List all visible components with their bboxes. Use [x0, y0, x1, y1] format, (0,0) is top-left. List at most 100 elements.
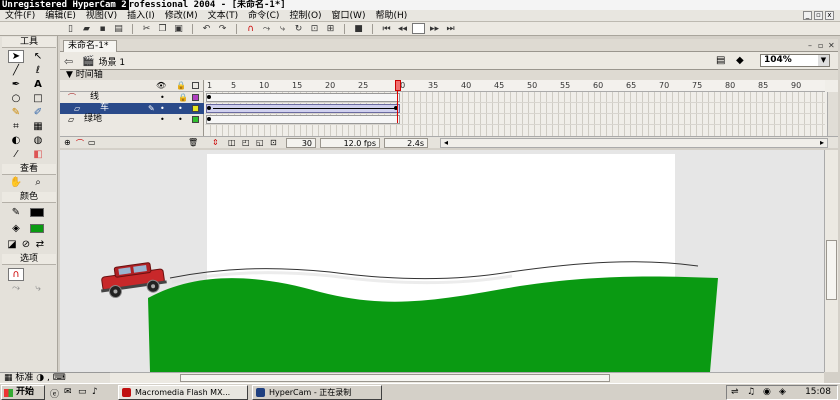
subselect-tool-icon[interactable]: ↖	[30, 50, 46, 63]
show-desktop-icon[interactable]: ▭	[78, 387, 87, 397]
collapse-triangle-icon[interactable]: ▼	[66, 70, 76, 80]
print-icon[interactable]: ▤	[112, 23, 125, 34]
lock-dot[interactable]: 🔒	[178, 92, 188, 103]
lasso-tool-icon[interactable]: ℓ	[30, 64, 46, 77]
lock-dot[interactable]: •	[178, 114, 183, 125]
close-button[interactable]: x	[825, 11, 834, 20]
lock-dot[interactable]: •	[178, 103, 183, 114]
frame-row-line[interactable]	[205, 92, 825, 103]
minimize-button[interactable]: _	[803, 11, 812, 20]
frame-row-grass[interactable]	[205, 114, 825, 125]
play-button[interactable]	[412, 23, 425, 34]
eyedropper-tool-icon[interactable]: ⁄	[8, 148, 24, 161]
save-icon[interactable]: ▪	[96, 23, 109, 34]
layer-color-swatch[interactable]	[192, 105, 199, 112]
menu-modify[interactable]: 修改(M)	[160, 10, 203, 22]
lock-icon[interactable]: 🔒	[176, 80, 186, 91]
layer-row-line[interactable]: ⌒ 线 • 🔒	[60, 92, 204, 103]
stroke-color-icon[interactable]: ✎	[8, 206, 24, 219]
straighten-icon[interactable]: ⤷	[276, 23, 289, 34]
onion-skin-icon[interactable]: ◫	[228, 138, 236, 147]
free-transform-tool-icon[interactable]: ⌗	[8, 120, 24, 133]
align-icon[interactable]: ⊞	[324, 23, 337, 34]
ie-icon[interactable]: ⓔ	[50, 387, 59, 400]
playhead-marker[interactable]	[395, 80, 401, 91]
modify-markers-icon[interactable]: ⊡	[270, 138, 277, 147]
open-folder-icon[interactable]: ▰	[80, 23, 93, 34]
edit-scene-icon[interactable]: ▤	[716, 55, 725, 66]
task-flash[interactable]: Macromedia Flash MX...	[118, 385, 248, 400]
menu-commands[interactable]: 命令(C)	[243, 10, 284, 22]
undo-icon[interactable]: ↶	[200, 23, 213, 34]
playhead[interactable]	[395, 80, 401, 123]
add-guide-icon[interactable]: ⌒	[76, 138, 84, 149]
doc-minimize-icon[interactable]: –	[808, 41, 812, 50]
stage-horizontal-scrollbar[interactable]	[110, 372, 824, 383]
center-frame-icon[interactable]: ⇕	[212, 138, 219, 147]
edit-symbols-icon[interactable]: ◆	[736, 55, 744, 66]
pen-tool-icon[interactable]: ✒	[8, 78, 24, 91]
task-hypercam[interactable]: HyperCam - 正在录制	[252, 385, 382, 400]
smooth-option-icon[interactable]: ⤳	[8, 282, 24, 295]
hand-tool-icon[interactable]: ✋	[8, 176, 24, 189]
pencil-tool-icon[interactable]: ✎	[8, 106, 24, 119]
zoom-tool-icon[interactable]: ⌕	[30, 176, 46, 189]
line-tool-icon[interactable]: ╱	[8, 64, 24, 77]
new-file-icon[interactable]: ▯	[64, 23, 77, 34]
stroke-color-swatch[interactable]	[30, 208, 44, 217]
layer-color-swatch[interactable]	[192, 94, 199, 101]
menu-file[interactable]: 文件(F)	[0, 10, 40, 22]
document-tab[interactable]: 未命名-1*	[63, 40, 117, 52]
menu-control[interactable]: 控制(O)	[284, 10, 326, 22]
visibility-dot[interactable]: •	[160, 114, 165, 125]
snap-magnet-icon[interactable]: ∩	[8, 268, 24, 281]
network-icon[interactable]: ⇌	[731, 386, 739, 399]
frame-span[interactable]	[206, 115, 400, 124]
scroll-right-icon[interactable]: ▸	[820, 138, 824, 147]
add-layer-icon[interactable]: ⊕	[64, 138, 71, 147]
ime-mode-label[interactable]: 标准	[15, 373, 33, 383]
timeline-header[interactable]: ▼ 时间轴	[60, 70, 838, 80]
punctuation-icon[interactable]: ,	[47, 373, 50, 383]
magnet-icon[interactable]: ∩	[244, 23, 257, 34]
timeline-scrollbar[interactable]	[827, 92, 838, 136]
restore-button[interactable]: ▫	[814, 11, 823, 20]
start-button[interactable]: 开始	[1, 385, 45, 400]
frame-span[interactable]	[206, 93, 400, 102]
go-to-end-icon[interactable]: ⏭	[444, 23, 457, 34]
layer-row-grass[interactable]: ▱ 绿地 • •	[60, 114, 204, 125]
timeline-hscrollbar[interactable]: ◂ ▸	[440, 138, 828, 148]
paste-icon[interactable]: ▣	[172, 23, 185, 34]
frame-row-car[interactable]	[205, 103, 825, 114]
copy-icon[interactable]: ❐	[156, 23, 169, 34]
keyboard-icon[interactable]: ⌨	[53, 373, 66, 383]
menu-edit[interactable]: 编辑(E)	[40, 10, 81, 22]
scroll-left-icon[interactable]: ◂	[444, 138, 448, 147]
rectangle-tool-icon[interactable]: □	[30, 92, 46, 105]
keyframe[interactable]	[207, 95, 211, 99]
stage-area[interactable]	[60, 150, 824, 372]
fill-color-icon[interactable]: ◈	[8, 222, 24, 235]
rewind-icon[interactable]: ⏮	[380, 23, 393, 34]
outline-icon[interactable]	[192, 82, 199, 89]
menu-window[interactable]: 窗口(W)	[327, 10, 371, 22]
stage-vertical-scrollbar[interactable]	[824, 150, 838, 372]
keyframe[interactable]	[207, 106, 211, 110]
arrow-tool-icon[interactable]: ➤	[8, 50, 24, 63]
menu-view[interactable]: 视图(V)	[81, 10, 122, 22]
volume-icon[interactable]: ♫	[747, 386, 755, 399]
menu-help[interactable]: 帮助(H)	[370, 10, 412, 22]
scale-icon[interactable]: ⊡	[308, 23, 321, 34]
frame-ruler[interactable]: 1 5 10 15 20 25 30 35 40 45 50 55 60 65 …	[205, 80, 825, 92]
visibility-dot[interactable]: •	[160, 103, 165, 114]
swap-colors-icon[interactable]: ⇄	[32, 238, 48, 251]
stop-icon[interactable]: ■	[352, 23, 365, 34]
scrollbar-thumb[interactable]	[826, 240, 837, 300]
redo-icon[interactable]: ↷	[216, 23, 229, 34]
step-forward-icon[interactable]: ▸▸	[428, 23, 441, 34]
rotate-icon[interactable]: ↻	[292, 23, 305, 34]
fill-color-swatch[interactable]	[30, 224, 44, 233]
media-icon[interactable]: ♪	[92, 387, 98, 397]
add-folder-icon[interactable]: ▭	[88, 138, 96, 147]
stage-artwork[interactable]	[60, 150, 824, 372]
